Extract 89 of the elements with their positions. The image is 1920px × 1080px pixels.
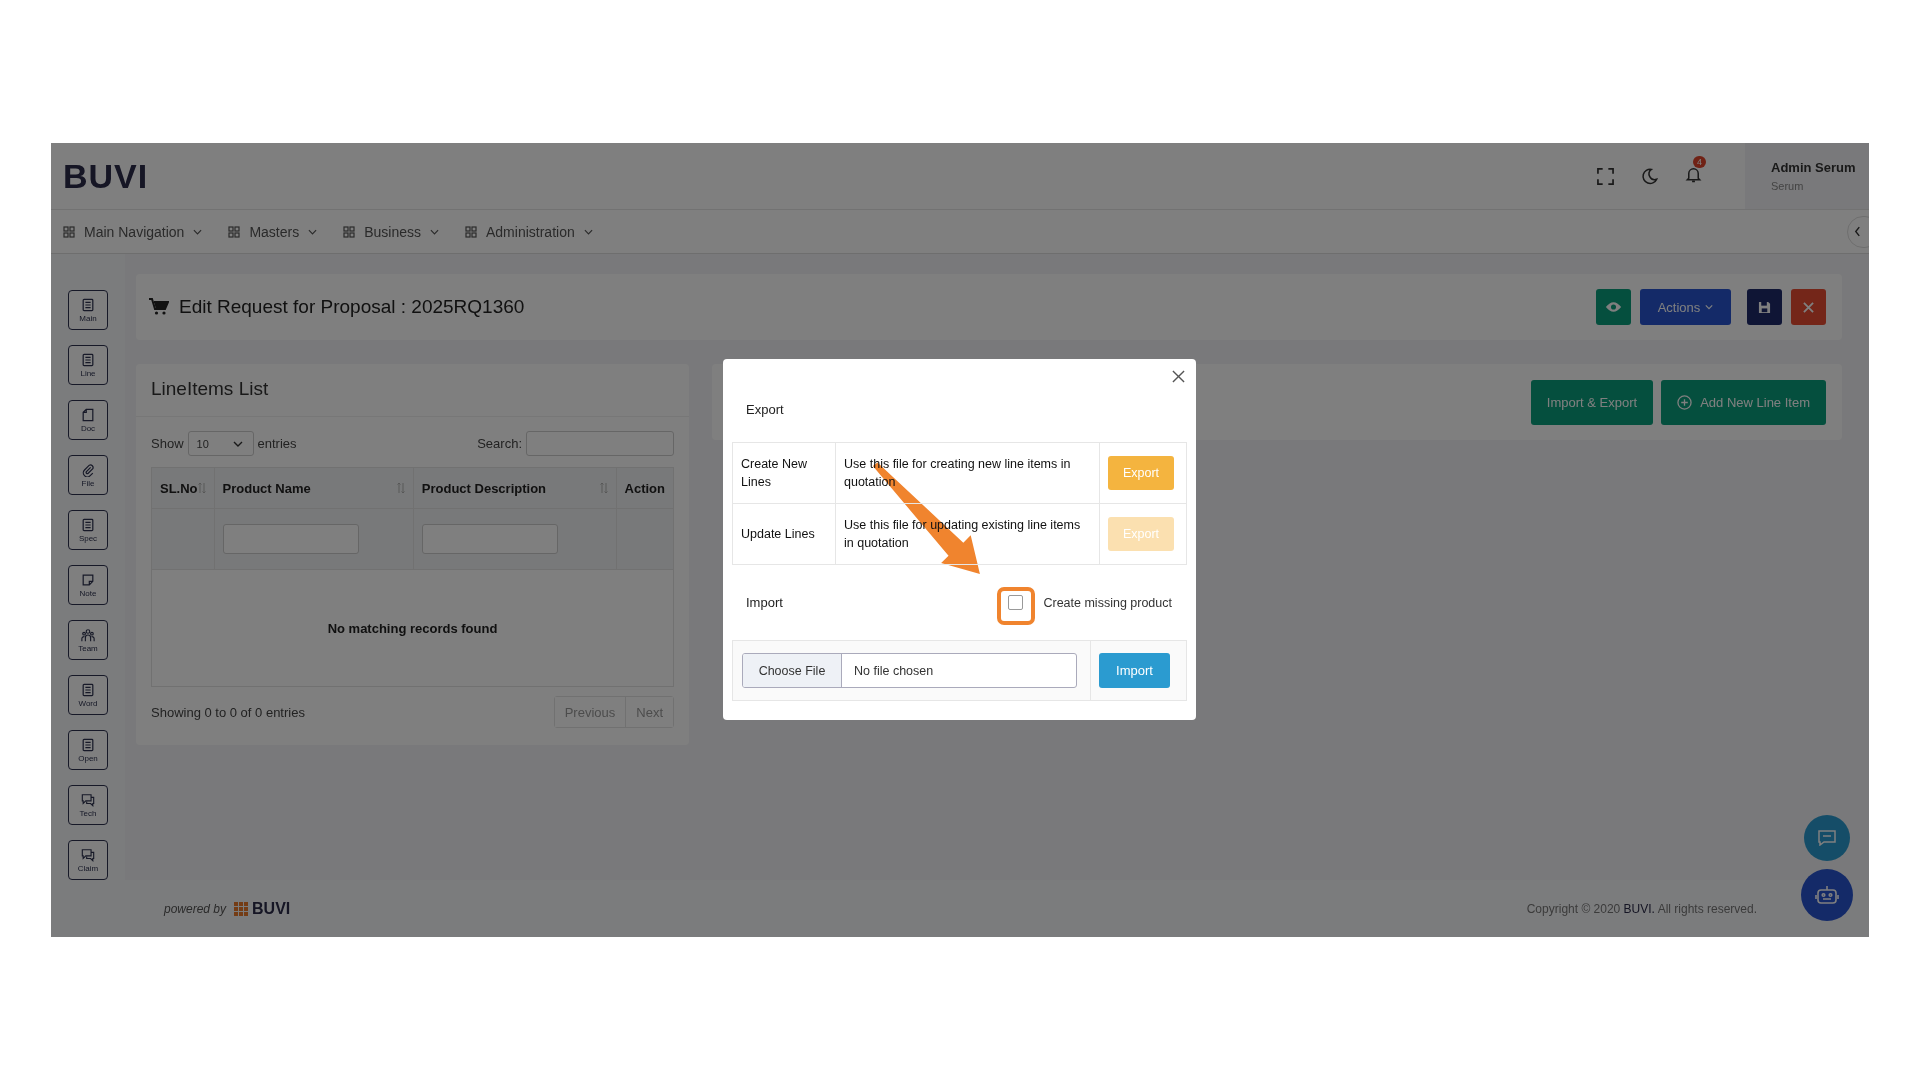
export-type: Update Lines: [732, 503, 836, 565]
column-header[interactable]: Product Name: [214, 467, 414, 509]
sidebar-button[interactable]: Open: [68, 730, 108, 770]
close-icon: [1803, 301, 1814, 313]
notification-badge: 4: [1693, 155, 1706, 168]
footer-logo: BUVI: [252, 899, 291, 918]
chat-icon: [81, 792, 95, 807]
import-button[interactable]: Import: [1099, 653, 1170, 688]
chevron-down-icon: [430, 228, 439, 235]
column-header[interactable]: Product Description: [413, 467, 617, 509]
grid-icon: [343, 225, 356, 238]
document-icon: [81, 682, 95, 697]
file-input[interactable]: Choose File No file chosen: [742, 653, 1077, 688]
paperclip-icon: [81, 462, 95, 477]
grid-icon: [228, 225, 241, 238]
robot-icon: [1815, 884, 1839, 906]
nav-menu[interactable]: Main Navigation: [63, 223, 203, 240]
grid-icon: [465, 225, 477, 238]
filter-field[interactable]: [222, 524, 359, 554]
sidebar-button[interactable]: Spec: [68, 510, 108, 550]
document-icon: [81, 737, 95, 752]
entries-label: entries: [257, 436, 297, 451]
sidebar-button[interactable]: Doc: [68, 400, 108, 440]
show-label: Show: [151, 436, 184, 451]
column-header[interactable]: Action: [616, 467, 674, 509]
highlight-frame: [997, 587, 1035, 625]
moon-icon[interactable]: [1641, 167, 1658, 185]
sort-icon: [599, 482, 608, 494]
sort-icon: [396, 482, 405, 494]
column-header[interactable]: SL.No: [151, 467, 215, 509]
actions-button[interactable]: Actions: [1640, 289, 1731, 325]
chevron-down-icon: [1705, 304, 1714, 310]
close-icon: [1172, 370, 1185, 383]
fullscreen-icon[interactable]: [1597, 167, 1614, 185]
export-heading: Export: [746, 401, 784, 419]
document-icon: [81, 517, 95, 532]
checkbox[interactable]: [1008, 595, 1024, 610]
search-label: Search:: [477, 436, 522, 451]
document-icon: [81, 297, 95, 312]
sidebar-button[interactable]: Line: [68, 345, 108, 385]
brand-logo-icon: [234, 901, 249, 916]
sidebar-button[interactable]: Tech: [68, 785, 108, 825]
document-icon: [81, 352, 95, 367]
chevron-down-icon: [232, 440, 243, 447]
sidebar-button[interactable]: Team: [68, 620, 108, 660]
sidebar-button[interactable]: File: [68, 455, 108, 495]
sort-icon: [197, 482, 206, 494]
people-icon: [81, 627, 95, 642]
chevron-left-icon: [1854, 225, 1861, 237]
empty-message: No matching records found: [151, 569, 674, 687]
sidebar-button[interactable]: Note: [68, 565, 108, 605]
brand-link[interactable]: BUVI.: [1623, 901, 1655, 916]
chat-icon: [1818, 830, 1836, 846]
filter-field[interactable]: [421, 524, 558, 554]
cart-icon: [149, 298, 169, 316]
choose-file-button[interactable]: Choose File: [743, 654, 842, 687]
chat-icon: [81, 847, 95, 862]
page-title: Edit Request for Proposal : 2025RQ1360: [179, 296, 525, 318]
copyright-text: Copyright © 2020 BUVI. All rights reserved.: [1526, 901, 1757, 916]
save-button[interactable]: [1747, 289, 1782, 325]
card-title: LineItems List: [136, 364, 689, 417]
nav-menu[interactable]: Administration: [465, 223, 593, 240]
bell-icon[interactable]: [1685, 165, 1702, 183]
nav-menu[interactable]: Masters: [228, 223, 318, 240]
chevron-down-icon: [308, 228, 318, 235]
grid-icon: [63, 225, 75, 238]
sidebar-button[interactable]: Word: [68, 675, 108, 715]
chatbot-button[interactable]: [1801, 869, 1853, 921]
page-size-select[interactable]: 10: [187, 431, 254, 456]
chevron-down-icon: [193, 228, 203, 235]
nav-menu[interactable]: Business: [343, 223, 439, 240]
view-button[interactable]: [1596, 289, 1631, 325]
checkbox-label[interactable]: Create missing product: [1043, 595, 1172, 610]
chevron-down-icon: [583, 228, 593, 235]
powered-by-label: powered by: [164, 901, 227, 916]
note-icon: [81, 572, 95, 587]
export-type: Create New Lines: [732, 442, 836, 504]
table-info: Showing 0 to 0 of 0 entries: [151, 704, 305, 720]
sidebar-button[interactable]: Main: [68, 290, 108, 330]
import-export-button[interactable]: Import & Export: [1530, 379, 1654, 425]
plus-circle-icon: [1677, 394, 1693, 410]
chat-button[interactable]: [1804, 815, 1850, 861]
logo[interactable]: BUVI: [63, 156, 149, 196]
sidebar-button[interactable]: Claim: [68, 840, 108, 880]
search-field[interactable]: [526, 431, 674, 456]
import-heading: Import: [746, 595, 783, 610]
eye-icon: [1605, 301, 1622, 313]
page-icon: [81, 407, 95, 422]
add-line-item-button[interactable]: Add New Line Item: [1661, 379, 1826, 425]
